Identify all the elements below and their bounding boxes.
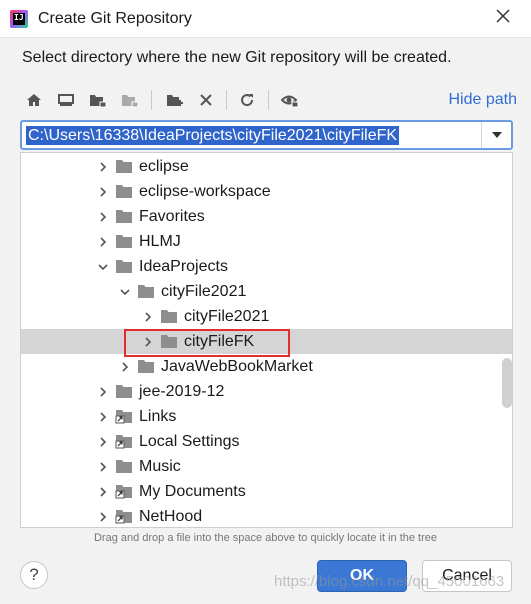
tree-row-label: jee-2019-12 (139, 383, 225, 400)
folder-icon (115, 209, 133, 224)
shortcut-folder-icon (115, 409, 133, 424)
chevron-down-icon[interactable] (119, 285, 131, 297)
tree-row-label: cityFile2021 (184, 308, 270, 325)
chevron-right-icon[interactable] (97, 385, 109, 397)
ok-button[interactable]: OK (317, 560, 407, 592)
chevron-right-icon[interactable] (97, 510, 109, 522)
tree-row-label: My Documents (139, 483, 246, 500)
tree-row-label: HLMJ (139, 233, 181, 250)
tree-row-label: Local Settings (139, 433, 240, 450)
dialog-description: Select directory where the new Git repos… (22, 49, 452, 66)
title-bar: IJ Create Git Repository (0, 0, 531, 38)
module-folder-icon[interactable] (118, 88, 142, 112)
chevron-down-icon[interactable] (97, 260, 109, 272)
tree-row[interactable]: eclipse (21, 154, 512, 179)
chevron-down-icon[interactable] (481, 122, 511, 148)
tree-row-label: Music (139, 458, 181, 475)
tree-row-label: NetHood (139, 508, 203, 525)
tree-row-label: Favorites (139, 208, 205, 225)
close-icon[interactable] (493, 8, 513, 28)
app-icon-letters: IJ (14, 13, 24, 22)
chevron-right-icon[interactable] (97, 435, 109, 447)
folder-icon (137, 284, 155, 299)
tree-scrollbar[interactable] (502, 358, 512, 408)
chevron-right-icon[interactable] (97, 235, 109, 247)
file-chooser-toolbar (20, 86, 520, 114)
tree-row[interactable]: JavaWebBookMarket (21, 354, 512, 379)
tree-row-label: cityFile2021 (161, 283, 247, 300)
drag-drop-hint: Drag and drop a file into the space abov… (93, 532, 438, 544)
delete-icon[interactable] (194, 88, 218, 112)
home-icon[interactable] (22, 88, 46, 112)
shortcut-folder-icon (115, 509, 133, 524)
tree-row[interactable]: cityFile2021 (21, 279, 512, 304)
chevron-right-icon[interactable] (142, 310, 154, 322)
shortcut-folder-icon (115, 434, 133, 449)
toolbar-separator (268, 90, 269, 110)
tree-row[interactable]: eclipse-workspace (21, 179, 512, 204)
tree-row[interactable]: Links (21, 404, 512, 429)
desktop-icon[interactable] (54, 88, 78, 112)
folder-icon (115, 384, 133, 399)
help-button[interactable]: ? (20, 561, 48, 589)
tree-row[interactable]: My Documents (21, 479, 512, 504)
chevron-right-icon[interactable] (97, 160, 109, 172)
tree-row[interactable]: HLMJ (21, 229, 512, 254)
tree-row[interactable]: Music (21, 454, 512, 479)
toolbar-separator (151, 90, 152, 110)
tree-row[interactable]: NetHood (21, 504, 512, 527)
folder-icon (115, 259, 133, 274)
tree-row[interactable]: Favorites (21, 204, 512, 229)
new-folder-icon[interactable] (163, 88, 187, 112)
path-input[interactable]: C:\Users\16338\IdeaProjects\cityFile2021… (26, 126, 400, 145)
tree-row[interactable]: jee-2019-12 (21, 379, 512, 404)
dialog-title: Create Git Repository (38, 10, 192, 27)
tree-row-label: IdeaProjects (139, 258, 228, 275)
tree-row[interactable]: IdeaProjects (21, 254, 512, 279)
tree-row-label: eclipse (139, 158, 189, 175)
folder-icon (115, 159, 133, 174)
cancel-button[interactable]: Cancel (422, 560, 512, 592)
hide-path-link[interactable]: Hide path (449, 91, 518, 109)
path-combobox[interactable]: C:\Users\16338\IdeaProjects\cityFile2021… (20, 120, 513, 150)
folder-icon (115, 459, 133, 474)
chevron-right-icon[interactable] (97, 460, 109, 472)
chevron-right-icon[interactable] (97, 210, 109, 222)
tree-row-label: Links (139, 408, 177, 425)
intellij-app-icon: IJ (10, 10, 28, 28)
chevron-right-icon[interactable] (97, 485, 109, 497)
chevron-right-icon[interactable] (97, 185, 109, 197)
toolbar-separator (226, 90, 227, 110)
tree-row-label: JavaWebBookMarket (161, 358, 313, 375)
show-hidden-icon[interactable] (278, 88, 302, 112)
tree-row[interactable]: cityFile2021 (21, 304, 512, 329)
shortcut-folder-icon (115, 484, 133, 499)
chevron-right-icon[interactable] (119, 360, 131, 372)
annotation-highlight-box (124, 329, 290, 357)
folder-icon (115, 184, 133, 199)
folder-icon (160, 309, 178, 324)
chevron-right-icon[interactable] (97, 410, 109, 422)
tree-row-label: eclipse-workspace (139, 183, 271, 200)
folder-icon (137, 359, 155, 374)
tree-row[interactable]: Local Settings (21, 429, 512, 454)
refresh-icon[interactable] (235, 88, 259, 112)
folder-icon (115, 234, 133, 249)
project-folder-icon[interactable] (86, 88, 110, 112)
